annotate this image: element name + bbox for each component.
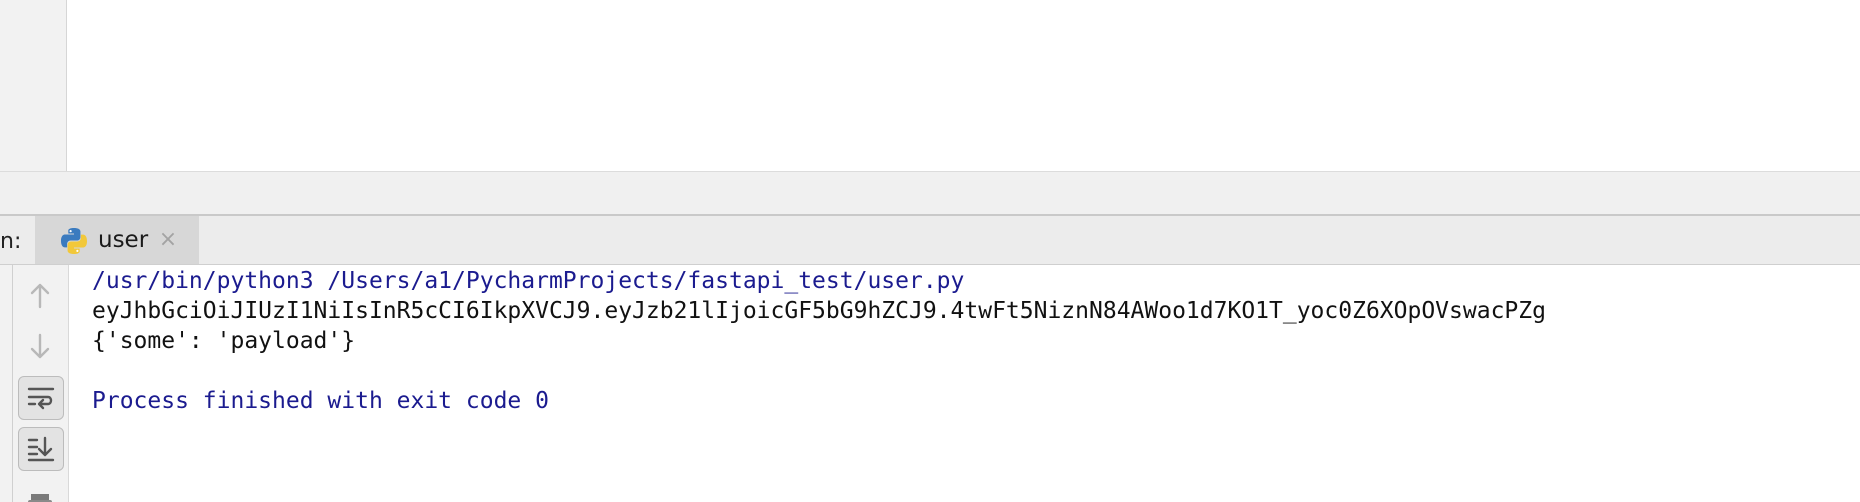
up-arrow-icon[interactable] — [18, 275, 62, 317]
run-label: n: — [0, 229, 22, 254]
python-icon — [59, 226, 89, 256]
run-tab-title: user — [98, 227, 149, 253]
soft-wrap-icon[interactable] — [18, 376, 64, 420]
scroll-to-end-icon[interactable] — [18, 427, 64, 471]
print-icon[interactable] — [18, 478, 62, 502]
console-output[interactable]: /usr/bin/python3 /Users/a1/PycharmProjec… — [69, 265, 1860, 502]
close-icon[interactable]: × — [153, 224, 183, 256]
console-line-output: eyJhbGciOiJIUzI1NiIsInR5cCI6IkpXVCJ9.eyJ… — [92, 298, 1546, 324]
editor-area[interactable] — [67, 0, 1860, 171]
ide-window: n: user × /usr/bin/python3 /Users/a1/Pyc… — [0, 0, 1860, 502]
run-tab-user[interactable]: user × — [35, 216, 199, 264]
editor-status-strip — [0, 172, 1860, 214]
divider — [12, 265, 13, 502]
console-line-exit-status: Process finished with exit code 0 — [92, 388, 549, 414]
console-line-output: {'some': 'payload'} — [92, 328, 356, 354]
editor-gutter — [0, 0, 67, 171]
console-line-command: /usr/bin/python3 /Users/a1/PycharmProjec… — [92, 268, 965, 294]
down-arrow-icon[interactable] — [18, 325, 62, 367]
run-tool-window-header — [0, 216, 1860, 265]
